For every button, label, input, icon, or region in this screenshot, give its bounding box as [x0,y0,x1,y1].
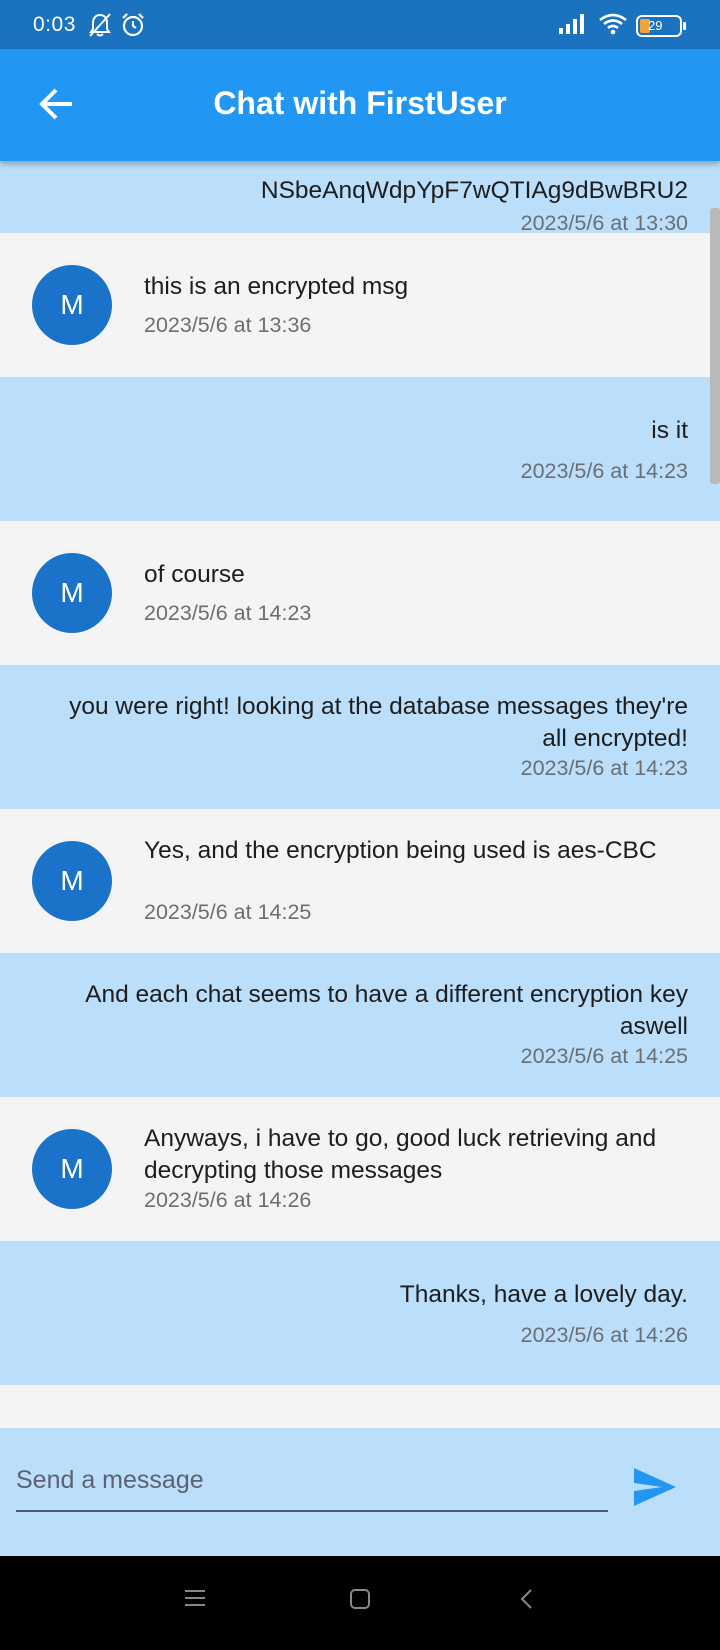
avatar: M [32,553,112,633]
avatar: M [32,1129,112,1209]
message-sent: you were right! looking at the database … [0,665,720,809]
wifi-icon [598,13,628,40]
battery-icon: 29 [636,15,686,37]
battery-level: 29 [648,18,663,33]
message-text: Anyways, i have to go, good luck retriev… [144,1125,657,1184]
message-sent: is it 2023/5/6 at 14:23 [0,377,720,521]
message-time: 2023/5/6 at 14:23 [520,459,688,483]
message-time: 2023/5/6 at 14:23 [144,601,312,625]
scrollbar-thumb[interactable] [710,208,720,484]
message-text: you were right! looking at the database … [69,693,688,752]
status-bar: 0:03 29 [0,0,720,49]
message-text: And each chat seems to have a different … [85,981,688,1040]
message-sent: NSbeAnqWdpYpF7wQTIAg9dBwBRU2 2023/5/6 at… [0,161,720,235]
page-title: Chat with FirstUser [213,85,507,121]
send-icon [634,1468,676,1506]
back-icon[interactable] [518,1588,534,1615]
home-icon[interactable] [349,1588,371,1615]
send-button[interactable] [632,1466,678,1508]
message-time: 2023/5/6 at 14:25 [520,1044,688,1068]
message-sent: And each chat seems to have a different … [0,953,720,1097]
message-text: is it [651,417,688,444]
message-composer [0,1428,720,1556]
message-received: M Yes, and the encryption being used is … [0,809,720,953]
message-received: M this is an encrypted msg 2023/5/6 at 1… [0,233,720,377]
message-input[interactable] [16,1450,608,1512]
message-sent: Thanks, have a lovely day. 2023/5/6 at 1… [0,1241,720,1385]
message-time: 2023/5/6 at 14:23 [520,756,688,780]
message-text: NSbeAnqWdpYpF7wQTIAg9dBwBRU2 [260,177,688,204]
message-time: 2023/5/6 at 14:26 [520,1323,688,1347]
message-received: M Anyways, i have to go, good luck retri… [0,1097,720,1241]
bell-off-icon [88,12,112,43]
message-text: of course [144,561,245,588]
status-time: 0:03 [33,13,76,36]
message-text: this is an encrypted msg [144,273,409,300]
message-time: 2023/5/6 at 14:25 [144,900,312,924]
avatar: M [32,265,112,345]
app-bar: Chat with FirstUser [0,49,720,161]
system-nav-bar [0,1556,720,1650]
message-time: 2023/5/6 at 14:26 [144,1188,312,1212]
message-received: M of course 2023/5/6 at 14:23 [0,521,720,665]
menu-icon[interactable] [184,1588,206,1613]
signal-icon [558,13,586,40]
message-text: Thanks, have a lovely day. [399,1281,688,1308]
message-list[interactable]: NSbeAnqWdpYpF7wQTIAg9dBwBRU2 2023/5/6 at… [0,161,720,1428]
message-text: Yes, and the encryption being used is ae… [144,837,657,864]
avatar: M [32,841,112,921]
message-time: 2023/5/6 at 13:36 [144,313,312,337]
alarm-icon [120,12,146,43]
